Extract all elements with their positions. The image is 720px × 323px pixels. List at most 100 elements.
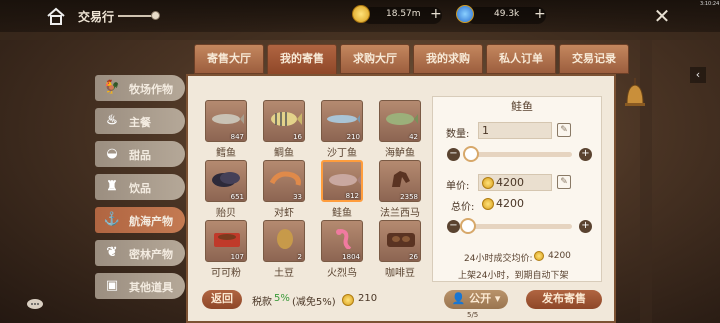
tab-private-orders[interactable]: 私人订单 xyxy=(486,44,556,74)
salmon-icon xyxy=(329,174,361,186)
item-slot[interactable]: 847 xyxy=(205,100,247,142)
item-name: 火烈鸟 xyxy=(327,268,357,279)
sidebar-item-other[interactable]: ▣ 其他道具 xyxy=(95,273,185,299)
item-count: 33 xyxy=(293,193,302,201)
avg-price-label: 24小时成交均价: xyxy=(464,254,533,264)
item-name: 咖啡豆 xyxy=(385,268,415,279)
item-name: 可可粉 xyxy=(211,268,241,279)
price-slider[interactable] xyxy=(464,224,572,229)
unit-price-label: 单价: xyxy=(446,181,470,192)
item-slot[interactable]: 16 xyxy=(263,100,305,142)
chicken-icon: 🐓 xyxy=(103,80,121,95)
item-slot[interactable]: 812 xyxy=(321,160,363,202)
sidebar-item-nautical[interactable]: ⚓ 航海产物 xyxy=(95,207,185,233)
box-icon: ▣ xyxy=(105,278,119,293)
item-slot[interactable]: 2358 xyxy=(379,160,421,202)
item-name: 沙丁鱼 xyxy=(327,148,357,159)
sidebar-item-drinks[interactable]: ♜ 饮品 xyxy=(95,174,185,200)
horse-icon xyxy=(392,171,410,187)
gem-coin-icon xyxy=(456,5,474,23)
total-price-label: 总价: xyxy=(451,202,475,213)
sidebar-item-main-course[interactable]: ♨ 主餐 xyxy=(95,108,185,134)
price-plus-button[interactable]: + xyxy=(579,220,592,233)
sidebar-item-forest[interactable]: ❦ 密林产物 xyxy=(95,240,185,266)
listing-note: 上架24小时，到期自动下架 xyxy=(458,271,569,281)
gem-currency-value: 49.3k xyxy=(494,9,520,19)
item-slot[interactable]: 651 xyxy=(205,160,247,202)
item-count: 16 xyxy=(293,133,302,141)
shrimp-icon xyxy=(269,171,301,186)
flamingo-icon xyxy=(336,229,352,249)
tab-trade-records[interactable]: 交易记录 xyxy=(559,44,629,74)
item-count: 651 xyxy=(230,193,244,201)
item-name: 海鲈鱼 xyxy=(385,148,415,159)
item-count: 2 xyxy=(297,253,302,261)
quantity-slider-knob[interactable] xyxy=(463,146,479,162)
item-name: 鲑鱼 xyxy=(332,208,352,219)
sidebar-item-dessert[interactable]: ◒ 甜品 xyxy=(95,141,185,167)
item-name: 土豆 xyxy=(274,268,294,279)
clock: 3:10:24 xyxy=(700,1,720,7)
avg-price-coin-icon xyxy=(534,251,544,261)
quantity-plus-button[interactable]: + xyxy=(579,148,592,161)
item-count: 42 xyxy=(409,133,418,141)
unit-price-value: 4200 xyxy=(496,176,524,189)
sardine-icon xyxy=(327,115,360,123)
gold-currency-value: 18.57m xyxy=(386,9,421,19)
cocoa-icon xyxy=(214,233,240,247)
quantity-slider[interactable] xyxy=(464,152,572,157)
item-slot[interactable]: 26 xyxy=(379,220,421,262)
title-underline xyxy=(118,15,154,17)
item-slot[interactable]: 42 xyxy=(379,100,421,142)
chevron-left-icon[interactable]: ‹ xyxy=(690,67,706,83)
item-name: 鲷鱼 xyxy=(274,148,294,159)
page-indicator: 5/5 xyxy=(467,311,479,319)
sidebar-item-ranch[interactable]: 🐓 牧场作物 xyxy=(95,75,185,101)
item-slot[interactable]: 1804 xyxy=(321,220,363,262)
drink-icon: ♜ xyxy=(106,179,118,194)
quantity-value: 1 xyxy=(482,124,489,137)
cake-icon: ◒ xyxy=(106,146,118,161)
add-gem-button[interactable]: + xyxy=(534,6,546,22)
tab-purchase-hall[interactable]: 求购大厅 xyxy=(340,44,410,74)
bass-icon xyxy=(386,113,418,125)
tab-consign-hall[interactable]: 寄售大厅 xyxy=(194,44,264,74)
edit-quantity-icon[interactable]: ✎ xyxy=(557,123,571,137)
item-slot[interactable]: 33 xyxy=(263,160,305,202)
coffee-icon xyxy=(387,233,415,247)
total-price-coin-icon xyxy=(482,198,494,210)
item-slot[interactable]: 107 xyxy=(205,220,247,262)
public-dropdown[interactable]: 👤 公开 ▾ xyxy=(444,290,508,309)
item-name: 贻贝 xyxy=(216,208,236,219)
tax-discount: (减免5%) xyxy=(292,297,336,308)
quantity-label: 数量: xyxy=(446,129,470,140)
add-gold-button[interactable]: + xyxy=(430,6,442,22)
tab-my-purchase[interactable]: 我的求购 xyxy=(413,44,483,74)
potato-icon xyxy=(277,229,293,249)
tab-my-consign[interactable]: 我的寄售 xyxy=(267,44,337,76)
item-slot[interactable]: 210 xyxy=(321,100,363,142)
item-count: 107 xyxy=(230,253,244,261)
tax-rate: 5% xyxy=(274,293,290,304)
tax-label: 税款 xyxy=(252,297,272,308)
chat-icon[interactable] xyxy=(26,298,44,312)
home-icon[interactable] xyxy=(46,6,66,26)
leaf-icon: ❦ xyxy=(106,245,118,260)
bell-icon[interactable] xyxy=(622,76,648,112)
fish-icon xyxy=(212,114,244,124)
price-slider-knob[interactable] xyxy=(460,218,476,234)
chevron-down-icon: ▾ xyxy=(494,292,501,305)
item-slot[interactable]: 2 xyxy=(263,220,305,262)
publish-consign-button[interactable]: 发布寄售 xyxy=(526,290,602,309)
item-name: 鳕鱼 xyxy=(216,148,236,159)
price-minus-button[interactable]: − xyxy=(447,220,460,233)
edit-price-icon[interactable]: ✎ xyxy=(557,175,571,189)
top-bar: 交易行 18.57m + 49.3k + ✕ 3:10:24 xyxy=(0,0,720,32)
quantity-input[interactable] xyxy=(478,122,552,139)
close-icon[interactable]: ✕ xyxy=(651,5,673,27)
item-name: 法兰西马 xyxy=(380,208,420,219)
back-button[interactable]: 返回 xyxy=(202,290,242,309)
item-count: 2358 xyxy=(400,193,418,201)
quantity-minus-button[interactable]: − xyxy=(447,148,460,161)
tax-value: 210 xyxy=(358,293,378,304)
